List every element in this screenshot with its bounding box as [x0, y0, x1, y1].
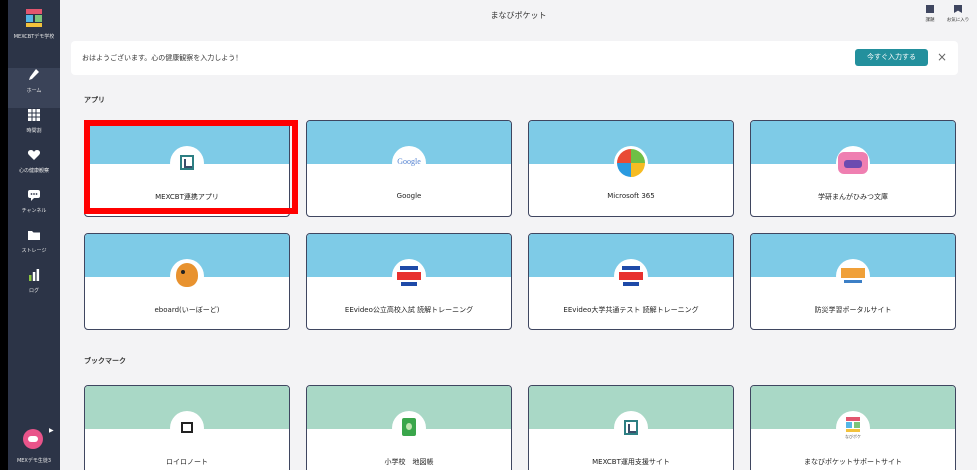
- himitsu-bunko-icon: [838, 152, 868, 174]
- bookmarks-section-title: ブックマーク: [84, 357, 126, 365]
- sidebar-item-label: ログ: [28, 288, 39, 294]
- selection-highlight: [84, 120, 298, 214]
- caret-right-icon: ▶: [49, 427, 54, 434]
- eboard-bird-icon: [176, 263, 198, 287]
- app-card-label: 学研まんがひみつ文庫: [818, 193, 888, 201]
- apps-section-title: アプリ: [84, 96, 105, 104]
- sidebar-item-storage[interactable]: ストレージ: [8, 228, 60, 268]
- enter-now-button[interactable]: 今すぐ入力する: [855, 49, 928, 66]
- folder-icon: [28, 231, 40, 240]
- bookmark-card-label: 小学校 地図帳: [384, 458, 434, 466]
- eevideo-koukou-icon: [397, 264, 421, 288]
- bookmark-card-atlas[interactable]: 小学校 地図帳: [306, 385, 512, 470]
- pencil-icon: [29, 69, 39, 80]
- school-switcher[interactable]: MEXCBTデモ学校: [8, 0, 60, 62]
- timetable-icon: [28, 109, 40, 121]
- bookmark-card-label: まなびポケットサポートサイト: [804, 458, 902, 466]
- user-name: MEXデモ生徒3: [16, 458, 52, 464]
- app-card-label: Google: [396, 192, 422, 200]
- app-card-himitsu-bunko[interactable]: 学研まんがひみつ文庫: [750, 120, 956, 217]
- page-title: まなびポケット: [490, 11, 547, 20]
- chat-icon: [28, 190, 40, 201]
- bookmark-card-label: ロイロノート: [166, 458, 208, 466]
- microsoft-365-icon: [617, 149, 645, 177]
- sidebar-item-channel[interactable]: チャンネル: [8, 188, 60, 228]
- app-card-label: 防災学習ポータルサイト: [814, 306, 892, 314]
- sidebar-item-home[interactable]: ホーム: [8, 68, 60, 108]
- app-card-eevideo-daigaku[interactable]: EEvideo大学共通テスト 読解トレーニング: [528, 233, 734, 330]
- user-menu[interactable]: ▶ MEXデモ生徒3: [8, 423, 60, 470]
- bookmark-card-manabi-support[interactable]: なびポケ まなびポケットサポートサイト: [750, 385, 956, 470]
- bar-chart-icon: [29, 269, 40, 281]
- mexcbt-cube-icon: [624, 420, 638, 435]
- top-header: まなびポケット 課題 お気に入り: [60, 0, 977, 32]
- logo-caption: なびポケ: [845, 434, 861, 439]
- avatar: [23, 429, 43, 449]
- eevideo-daigaku-icon: [619, 264, 643, 288]
- app-card-label: Microsoft 365: [607, 192, 655, 200]
- school-name: MEXCBTデモ学校: [13, 34, 55, 40]
- sidebar-item-label: ホーム: [26, 88, 42, 94]
- document-icon: [926, 5, 934, 13]
- app-card-microsoft-365[interactable]: Microsoft 365: [528, 120, 734, 217]
- sidebar-item-label: チャンネル: [21, 208, 47, 214]
- app-card-eevideo-koukou[interactable]: EEvideo公立高校入試 読解トレーニング: [306, 233, 512, 330]
- sidebar: MEXCBTデモ学校 ホーム 時間割 心の健康観察 チャンネル ストレージ ログ…: [8, 0, 60, 470]
- sidebar-item-timetable[interactable]: 時間割: [8, 108, 60, 148]
- google-logo-icon: Google: [397, 157, 421, 166]
- sidebar-item-label: 心の健康観察: [18, 168, 49, 174]
- bookmark-card-mexcbt-support[interactable]: MEXCBT運用支援サイト: [528, 385, 734, 470]
- window-edge: [0, 0, 8, 470]
- manabi-pocket-logo-icon: [846, 417, 860, 432]
- app-card-bousai[interactable]: 防災学習ポータルサイト: [750, 233, 956, 330]
- sidebar-item-label: 時間割: [26, 128, 42, 134]
- app-card-label: eboard(いーぼーど): [154, 306, 220, 314]
- atlas-icon: [402, 418, 416, 436]
- assignments-button[interactable]: 課題: [918, 5, 942, 27]
- heart-icon: [27, 150, 41, 160]
- bookmark-card-label: MEXCBT運用支援サイト: [592, 458, 670, 466]
- app-card-eboard[interactable]: eboard(いーぼーど): [84, 233, 290, 330]
- bookmark-icon: [954, 5, 962, 13]
- sidebar-item-health-check[interactable]: 心の健康観察: [8, 148, 60, 188]
- notice-message: おはようございます。心の健康観察を入力しよう！: [82, 54, 243, 62]
- bookmark-card-loilo-note[interactable]: ロイロノート: [84, 385, 290, 470]
- bousai-gakushu-icon: [841, 268, 865, 283]
- app-card-google[interactable]: Google Google: [306, 120, 512, 217]
- app-card-label: EEvideo公立高校入試 読解トレーニング: [344, 306, 474, 314]
- app-card-label: EEvideo大学共通テスト 読解トレーニング: [563, 306, 699, 314]
- manabi-pocket-logo-icon: [26, 9, 42, 27]
- health-check-notice: おはようございます。心の健康観察を入力しよう！ 今すぐ入力する ×: [71, 41, 958, 75]
- sidebar-item-log[interactable]: ログ: [8, 268, 60, 308]
- loilo-note-icon: [181, 422, 193, 433]
- close-icon[interactable]: ×: [935, 50, 949, 64]
- favorites-button[interactable]: お気に入り: [946, 5, 970, 27]
- sidebar-item-label: ストレージ: [21, 248, 47, 254]
- favorites-label: お気に入り: [946, 18, 970, 23]
